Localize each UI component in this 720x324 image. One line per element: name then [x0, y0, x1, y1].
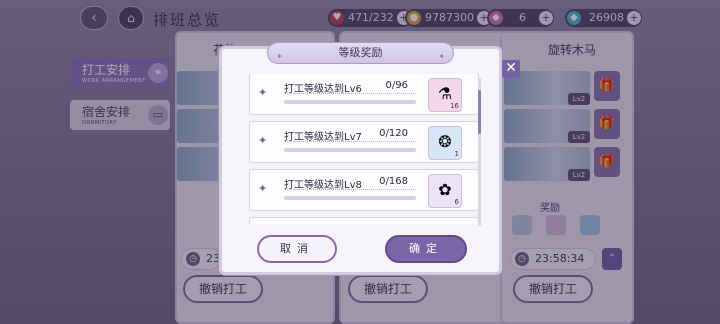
list-item: ✦ 打工等级达到Lv6 0/96 ⚗ 16	[249, 74, 479, 115]
close-icon[interactable]: ✕	[502, 60, 520, 78]
level-reward-dialog: ✦ 等级奖励 ✦ ✦ 打工等级达到Lv6 0/96 ⚗ 16 ✦ 打工等级达到Lv…	[219, 42, 502, 275]
gift-box-icon[interactable]: ✿ 6	[428, 174, 462, 208]
reward-progress: 0/96	[385, 80, 408, 91]
reward-progress: 0/168	[379, 176, 408, 187]
sparkle-icon: ✦	[438, 52, 445, 61]
reward-list[interactable]: ✦ 打工等级达到Lv6 0/96 ⚗ 16 ✦ 打工等级达到Lv7 0/120 ❂…	[237, 74, 489, 224]
confirm-button[interactable]: 确定	[385, 235, 467, 263]
potion-icon[interactable]: ⚗ 16	[428, 78, 462, 112]
star-icon: ✦	[258, 134, 268, 147]
badge-icon[interactable]: ❂ 1	[428, 126, 462, 160]
item-quantity: 6	[454, 198, 459, 206]
progress-bar	[284, 196, 416, 200]
star-icon: ✦	[258, 182, 268, 195]
cancel-button[interactable]: 取消	[257, 235, 337, 263]
progress-bar	[284, 148, 416, 152]
progress-bar	[284, 100, 416, 104]
reward-progress: 0/120	[379, 128, 408, 139]
scrollbar-thumb[interactable]	[478, 90, 481, 134]
list-item: ✦ 打工等级达到Lv7 0/120 ❂ 1	[249, 121, 479, 163]
star-icon: ✦	[258, 86, 268, 99]
list-item: ✦ 打工等级达到Lv8 0/168 ✿ 6	[249, 169, 479, 211]
dialog-title: ✦ 等级奖励 ✦	[267, 42, 454, 64]
divider	[284, 141, 416, 142]
item-quantity: 16	[450, 102, 459, 110]
dialog-title-text: 等级奖励	[338, 46, 383, 59]
list-item	[249, 217, 479, 224]
divider	[284, 189, 416, 190]
divider	[284, 93, 416, 94]
sparkle-icon: ✦	[276, 52, 283, 61]
item-quantity: 1	[454, 150, 459, 158]
